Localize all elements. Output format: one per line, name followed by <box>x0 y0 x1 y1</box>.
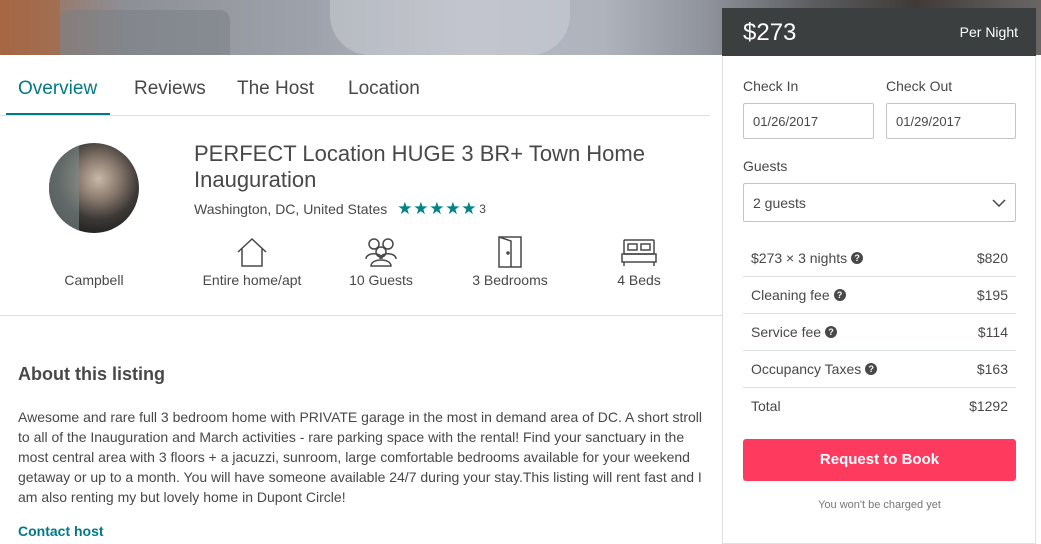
amenity-home <box>192 235 312 269</box>
fee-label: Service fee <box>751 324 822 340</box>
photo-detail <box>330 0 570 55</box>
star-icon: ★ <box>413 199 429 218</box>
star-icon: ★ <box>445 199 461 218</box>
fee-name: Cleaning fee? <box>751 287 846 303</box>
fee-label: $273 × 3 nights <box>751 250 848 266</box>
star-icon: ★ <box>397 199 413 218</box>
amenity-beds <box>579 235 699 269</box>
fee-row-service: Service fee? $114 <box>743 314 1016 351</box>
star-icon: ★ <box>429 199 445 218</box>
amenity-label: 10 Guests <box>349 272 413 288</box>
about-title: About this listing <box>18 364 165 384</box>
help-icon[interactable]: ? <box>851 252 864 264</box>
bed-icon <box>621 239 657 266</box>
fee-row-taxes: Occupancy Taxes? $163 <box>743 351 1016 388</box>
check-out-label: Check Out <box>886 78 953 94</box>
price-per-label: Per Night <box>959 24 1018 40</box>
tab-location[interactable]: Location <box>348 78 420 100</box>
fee-label: Occupancy Taxes <box>751 361 862 377</box>
price-bar: $273 Per Night <box>722 8 1036 56</box>
listing-location: Washington, DC, United States <box>194 201 388 217</box>
amenity-bedrooms <box>450 235 570 269</box>
host-avatar[interactable] <box>49 143 139 233</box>
host-name[interactable]: Campbell <box>54 272 134 288</box>
fee-amount: $195 <box>976 287 1008 303</box>
amenity-label: 3 Bedrooms <box>472 272 548 288</box>
tab-the-host[interactable]: The Host <box>237 78 314 100</box>
check-in-input[interactable]: 01/26/2017 <box>743 103 874 139</box>
guests-value: 2 guests <box>753 194 806 211</box>
fee-name: $273 × 3 nights? <box>751 250 864 266</box>
check-out-input[interactable]: 01/29/2017 <box>886 103 1016 139</box>
amenity-label: 4 Beds <box>617 272 661 288</box>
door-icon <box>498 236 522 268</box>
fee-amount: $163 <box>976 361 1008 377</box>
fee-row-nights: $273 × 3 nights? $820 <box>743 240 1016 277</box>
fee-name: Occupancy Taxes? <box>751 361 878 377</box>
total-amount: $1292 <box>969 398 1008 414</box>
contact-host-link[interactable]: Contact host <box>18 523 104 539</box>
guests-label: Guests <box>743 158 788 174</box>
chevron-down-icon <box>992 198 1006 207</box>
fee-amount: $114 <box>977 324 1008 340</box>
help-icon[interactable]: ? <box>825 326 838 338</box>
help-icon[interactable]: ? <box>865 363 878 375</box>
review-count[interactable]: 3 <box>479 202 486 216</box>
tab-overview[interactable]: Overview <box>18 78 97 100</box>
guests-select[interactable]: 2 guests <box>743 183 1016 222</box>
star-icon: ★ <box>461 199 477 218</box>
amenity-label: Entire home/apt <box>202 272 302 288</box>
fee-row-total: Total $1292 <box>743 388 1016 425</box>
fee-row-cleaning: Cleaning fee? $195 <box>743 277 1016 314</box>
fee-label: Cleaning fee <box>751 287 830 303</box>
request-to-book-button[interactable]: Request to Book <box>743 439 1016 481</box>
home-icon <box>237 237 267 267</box>
avatar-background <box>49 143 79 233</box>
no-charge-note: You won't be charged yet <box>818 499 941 511</box>
rating-stars[interactable]: ★ ★ ★ ★ ★ <box>397 199 477 218</box>
about-description: Awesome and rare full 3 bedroom home wit… <box>18 409 703 505</box>
guests-icon <box>365 238 397 267</box>
listing-tabs: Overview Reviews The Host Location <box>0 68 710 116</box>
fee-name: Service fee? <box>751 324 838 340</box>
listing-location-row: Washington, DC, United States ★ ★ ★ ★ ★ … <box>194 199 486 218</box>
total-label: Total <box>751 398 781 414</box>
section-divider <box>0 315 722 316</box>
active-tab-indicator <box>6 113 110 115</box>
fee-amount: $820 <box>976 250 1008 266</box>
amenity-guests <box>321 235 441 269</box>
nightly-price: $273 <box>743 19 797 46</box>
photo-detail <box>60 10 230 55</box>
check-in-label: Check In <box>743 78 799 94</box>
help-icon[interactable]: ? <box>833 289 846 301</box>
tab-reviews[interactable]: Reviews <box>134 78 206 100</box>
listing-title: PERFECT Location HUGE 3 BR+ Town Home In… <box>194 141 645 192</box>
photo-detail <box>0 0 60 55</box>
